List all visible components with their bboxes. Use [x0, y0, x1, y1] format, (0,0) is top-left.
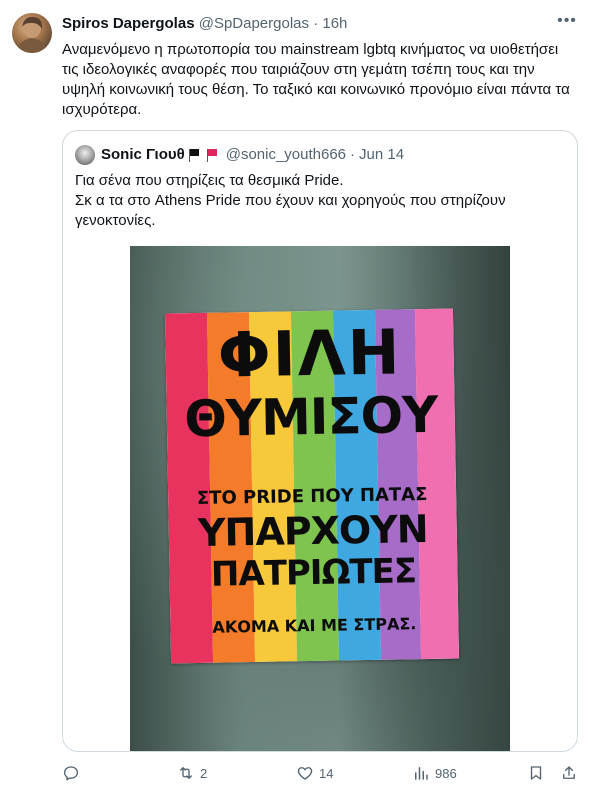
- bookmark-icon: [530, 766, 542, 780]
- tweet-text: Αναμενόμενο η πρωτοπορία του mainstream …: [62, 41, 570, 118]
- avatar-photo: [16, 16, 48, 53]
- quoted-tweet-line-1: Για σένα που στηρίζεις τα θεσμικά Pride.: [75, 172, 344, 189]
- black-flag-icon: [188, 148, 200, 162]
- more-options-icon[interactable]: •••: [557, 13, 577, 34]
- pride-poster: ΦΙΛΗ ΘΥΜΙΣΟΥ ΣΤΟ PRIDE ΠΟΥ ΠΑΤΑΣ ΥΠΑΡΧΟΥ…: [164, 308, 460, 664]
- tweet-header: Spiros Dapergolas @SpDapergolas · 16h: [62, 14, 347, 34]
- quoted-author-name: Sonic Γιουθ: [101, 146, 185, 163]
- views-button[interactable]: 986: [412, 764, 457, 782]
- reply-icon: [63, 766, 79, 781]
- poster-line-5: ΠΑΤΡΙΩΤΕΣ: [210, 551, 417, 595]
- share-button[interactable]: [560, 764, 578, 782]
- red-flag-icon: [206, 148, 218, 162]
- quoted-tweet[interactable]: Sonic Γιουθ @sonic_youth666 · Jun 14 Για…: [62, 130, 578, 752]
- quoted-author-handle: @sonic_youth666: [225, 146, 347, 163]
- like-button[interactable]: 14: [296, 764, 333, 782]
- bookmark-button[interactable]: [527, 764, 545, 782]
- retweet-button[interactable]: 2: [177, 764, 207, 782]
- like-count: 14: [319, 765, 334, 781]
- tweet: Spiros Dapergolas @SpDapergolas · 16h ••…: [0, 0, 591, 800]
- tweet-time[interactable]: 16h: [322, 15, 347, 32]
- action-bar: 2 14 986: [0, 764, 591, 788]
- quoted-tweet-image[interactable]: ΦΙΛΗ ΘΥΜΙΣΟΥ ΣΤΟ PRIDE ΠΟΥ ΠΑΤΑΣ ΥΠΑΡΧΟΥ…: [130, 246, 510, 751]
- quoted-tweet-date: Jun 14: [359, 146, 405, 163]
- author-handle[interactable]: @SpDapergolas: [199, 15, 309, 32]
- reply-button[interactable]: [62, 764, 80, 782]
- retweet-count: 2: [200, 765, 208, 781]
- views-icon: [415, 767, 428, 780]
- separator: ·: [350, 146, 356, 163]
- separator: ·: [313, 15, 319, 32]
- retweet-icon: [180, 767, 192, 779]
- quoted-tweet-text: Για σένα που στηρίζεις τα θεσμικά Pride.…: [75, 171, 565, 231]
- quoted-tweet-header: Sonic Γιουθ @sonic_youth666 · Jun 14: [75, 145, 404, 165]
- share-icon: [563, 766, 575, 779]
- quoted-author-avatar: [75, 145, 95, 165]
- poster-line-2: ΘΥΜΙΣΟΥ: [183, 385, 438, 449]
- views-count: 986: [435, 765, 457, 781]
- author-name[interactable]: Spiros Dapergolas: [62, 15, 195, 32]
- heart-icon: [297, 767, 313, 780]
- quoted-tweet-line-2: Σκ α τα στο Athens Pride που έχουν και χ…: [75, 192, 506, 229]
- author-avatar[interactable]: [12, 13, 52, 53]
- poster-line-4: ΥΠΑΡΧΟΥΝ: [197, 506, 428, 555]
- poster-line-1: ΦΙΛΗ: [217, 315, 403, 392]
